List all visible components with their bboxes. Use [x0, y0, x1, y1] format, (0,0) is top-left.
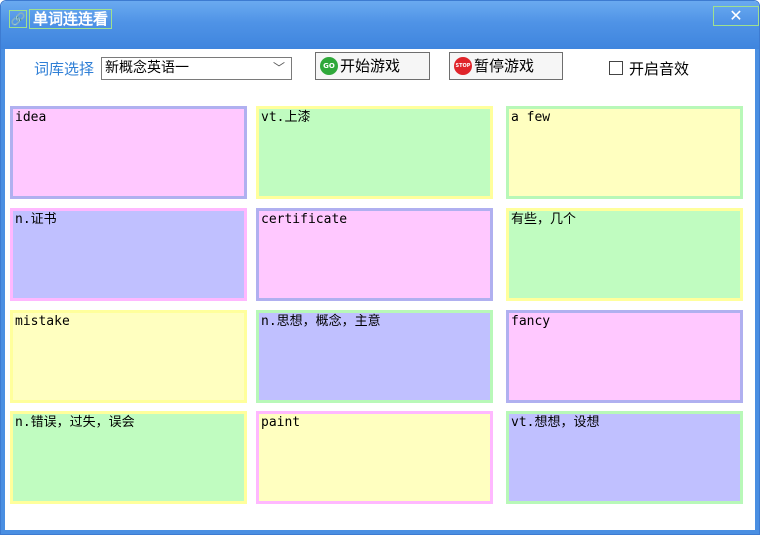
word-card-text: paint [261, 415, 301, 430]
word-card[interactable]: idea [10, 106, 247, 199]
word-card[interactable]: vt.想想，设想 [506, 411, 743, 504]
word-card[interactable]: a few [506, 106, 743, 199]
word-card-text: mistake [15, 314, 70, 329]
word-card[interactable]: n.证书 [10, 208, 247, 301]
chevron-down-icon[interactable]: ﹀ [273, 58, 285, 79]
library-label: 词库选择 [34, 60, 95, 78]
go-icon: GO [320, 57, 338, 75]
word-card[interactable]: vt.上漆 [256, 106, 493, 199]
word-card[interactable]: n.思想，概念，主意 [256, 310, 493, 403]
word-card[interactable]: paint [256, 411, 493, 504]
library-select-value: 新概念英语一 [105, 60, 189, 76]
word-card-text: a few [511, 110, 551, 125]
stop-icon: STOP [454, 57, 472, 75]
window-border-bottom [1, 530, 759, 534]
word-card[interactable]: mistake [10, 310, 247, 403]
pause-game-label: 暂停游戏 [474, 57, 535, 75]
word-card-text: vt.想想，设想 [511, 415, 600, 430]
word-card[interactable]: 有些，几个 [506, 208, 743, 301]
word-card-text: certificate [261, 212, 348, 227]
app-icon: 🔗 [9, 10, 27, 28]
library-select[interactable]: 新概念英语一 ﹀ [101, 57, 292, 80]
sound-label: 开启音效 [629, 59, 690, 78]
word-card-text: vt.上漆 [261, 110, 311, 125]
start-game-button[interactable]: GO 开始游戏 [315, 52, 430, 80]
word-card-text: 有些，几个 [511, 212, 577, 227]
window-border-left [1, 49, 5, 534]
word-card-text: n.错误，过失，误会 [15, 415, 135, 430]
start-game-label: 开始游戏 [340, 57, 401, 75]
word-card[interactable]: fancy [506, 310, 743, 403]
word-card-text: n.证书 [15, 212, 57, 227]
word-card-text: idea [15, 110, 47, 125]
pause-game-button[interactable]: STOP 暂停游戏 [449, 52, 563, 80]
sound-checkbox[interactable] [609, 61, 623, 75]
title-bar[interactable]: 🔗 单词连连看 ✕ [1, 1, 759, 49]
sound-toggle[interactable]: 开启音效 [609, 59, 690, 78]
word-card-text: fancy [511, 314, 551, 329]
window-title: 单词连连看 [29, 9, 113, 29]
word-card-text: n.思想，概念，主意 [261, 314, 381, 329]
window-border-right [755, 49, 759, 534]
word-card[interactable]: certificate [256, 208, 493, 301]
word-card[interactable]: n.错误，过失，误会 [10, 411, 247, 504]
close-button[interactable]: ✕ [713, 6, 759, 26]
